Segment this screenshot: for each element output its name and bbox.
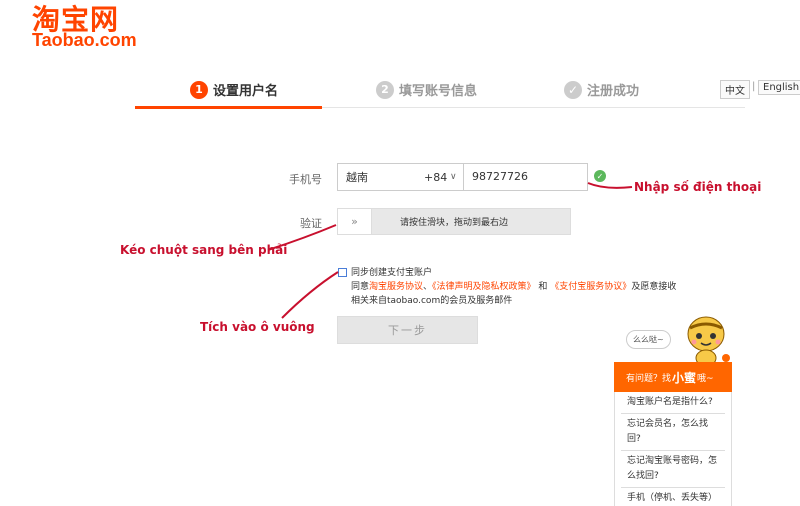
phone-arrow [587, 182, 633, 189]
help-header[interactable]: 有问题？找 小蜜 哦~ [614, 362, 732, 392]
help-question-list: 淘宝账户名是指什么? 忘记会员名，怎么找回? 忘记淘宝账号密码，怎么找回? 手机… [614, 392, 732, 506]
help-header-suffix: 哦~ [697, 373, 714, 384]
help-question-item[interactable]: 手机（停机、丢失等） [621, 488, 725, 506]
annotation-checkbox: Tích vào ô vuông [200, 320, 315, 334]
help-question-item[interactable]: 忘记淘宝账号密码，怎么找回? [621, 451, 725, 488]
help-header-name: 小蜜 [672, 370, 697, 385]
bee-mascot-icon [687, 316, 730, 367]
help-question-item[interactable]: 忘记会员名，怎么找回? [621, 414, 725, 451]
checkbox-arrow [281, 271, 339, 319]
help-bubble: 么么哒~ [626, 330, 671, 349]
help-widget: 么么哒~ 有问题？找 小蜜 哦~ 淘宝账户名是指什么? 忘记会员名，怎么找回? 忘记… [614, 312, 732, 506]
help-question-item[interactable]: 淘宝账户名是指什么? [621, 392, 725, 414]
annotation-phone: Nhập số điện thoại [634, 180, 762, 194]
annotation-slider: Kéo chuột sang bên phải [120, 243, 288, 257]
help-header-prefix: 有问题？找 [626, 373, 672, 384]
